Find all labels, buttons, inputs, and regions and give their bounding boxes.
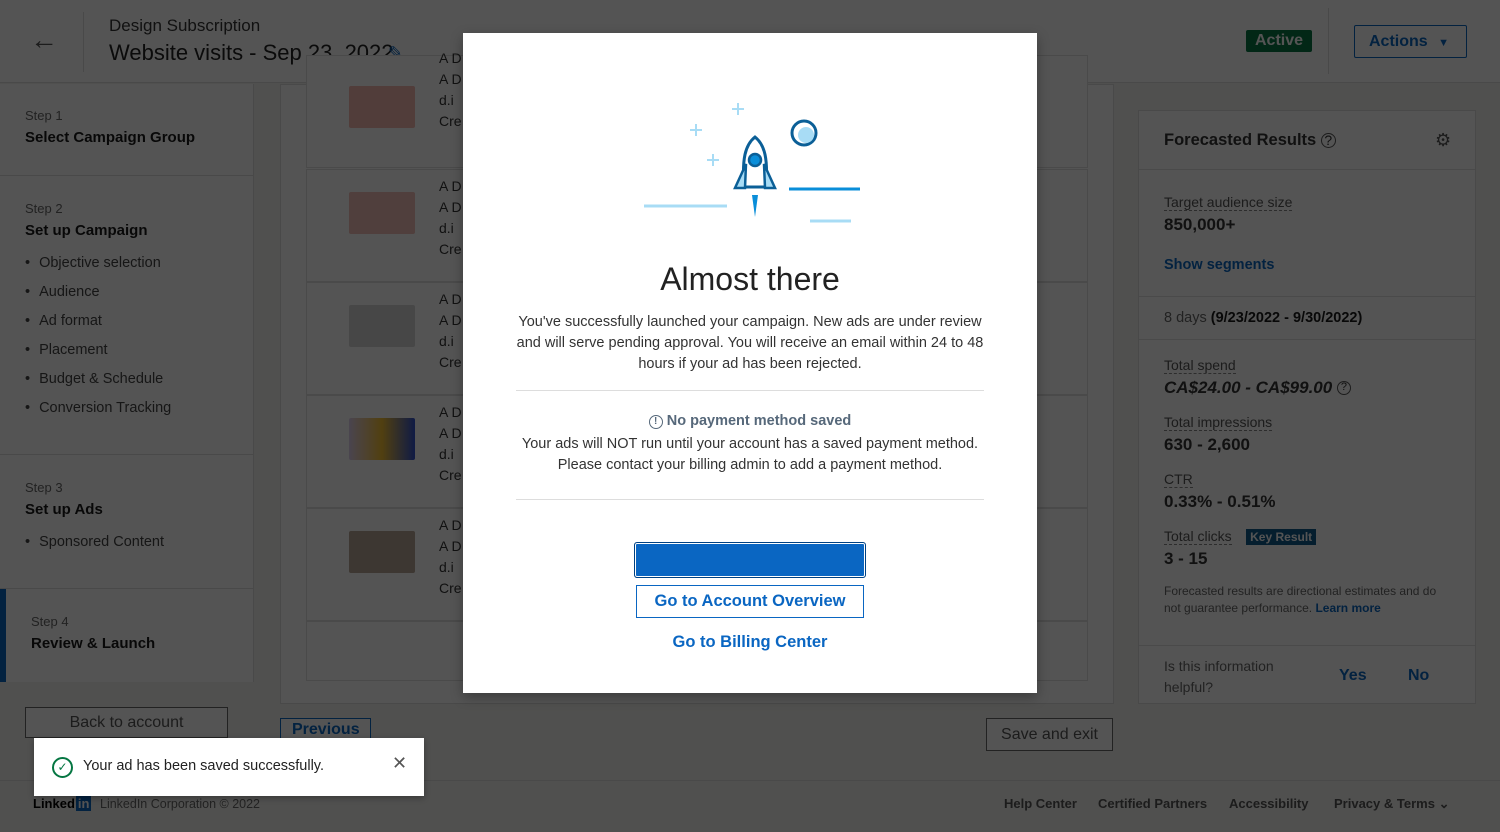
linkedin-logo[interactable]: Linked in <box>33 796 92 811</box>
active-step-indicator <box>0 589 6 682</box>
clicks-value: 3 - 15 <box>1164 549 1208 568</box>
step-label: Step 1 <box>25 108 63 123</box>
forecast-panel: Forecasted Results ? ⚙ Target audience s… <box>1138 110 1476 704</box>
warning-line: Your ads will NOT run until your account… <box>521 436 979 452</box>
step-label: Step 4 <box>31 614 69 629</box>
spend-label: Total spend <box>1164 357 1236 374</box>
step-name: Select Campaign Group <box>25 129 196 146</box>
campaign-group-name: Design Subscription <box>109 16 261 35</box>
audience-label: Target audience size <box>1164 194 1293 211</box>
ad-text: A D A D d.i Cre <box>439 404 462 483</box>
step-name: Set up Campaign <box>25 222 148 239</box>
ad-text: A D A D d.i Cre <box>439 291 462 370</box>
launch-success-modal: Almost there You've successfully launche… <box>463 33 1037 693</box>
sidebar-item-placement[interactable]: Placement <box>25 342 171 371</box>
yes-button[interactable]: Yes <box>1339 667 1367 685</box>
chevron-down-icon: ⌄ <box>1438 796 1450 811</box>
learn-more-link[interactable]: Learn more <box>1315 601 1380 615</box>
impressions-value: 630 - 2,600 <box>1164 435 1251 454</box>
divider <box>83 12 84 72</box>
sidebar-item-conversion[interactable]: Conversion Tracking <box>25 400 171 429</box>
disclaimer: Forecasted results are directional estim… <box>1164 584 1437 615</box>
back-arrow-icon[interactable]: ← <box>30 25 60 55</box>
warning-title: No payment method saved <box>666 413 852 429</box>
ctr-label: CTR <box>1164 471 1193 488</box>
sidebar-item-ad-format[interactable]: Ad format <box>25 313 171 342</box>
step-label: Step 2 <box>25 201 63 216</box>
ctr-value: 0.33% - 0.51% <box>1164 492 1276 511</box>
footer-link-privacy[interactable]: Privacy & Terms ⌄ <box>1334 796 1449 812</box>
modal-title: Almost there <box>660 261 840 297</box>
actions-dropdown[interactable]: Actions ▼ <box>1354 25 1467 58</box>
copyright: LinkedIn Corporation © 2022 <box>100 797 261 811</box>
sidebar: Step 1 Select Campaign Group Step 2 Set up… <box>0 84 254 682</box>
clicks-label: Total clicks <box>1164 528 1232 545</box>
caret-down-icon: ▼ <box>1438 37 1450 49</box>
ad-text: A D A D d.i Cre <box>439 50 462 129</box>
gear-icon[interactable]: ⚙ <box>1435 130 1451 151</box>
sidebar-item-audience[interactable]: Audience <box>25 284 171 313</box>
sidebar-step-3[interactable]: Step 3 Set up Ads Sponsored Content <box>25 480 164 563</box>
spend-value: CA$24.00 - CA$99.00 <box>1164 378 1333 397</box>
go-to-billing-center-link[interactable]: Go to Billing Center <box>463 633 1037 652</box>
back-to-account-button[interactable]: Back to account <box>25 707 228 738</box>
close-icon[interactable]: ✕ <box>392 753 407 774</box>
impressions-label: Total impressions <box>1164 414 1273 431</box>
key-result-badge: Key Result <box>1246 529 1317 545</box>
save-and-exit-button[interactable]: Save and exit <box>986 718 1113 751</box>
success-toast: ✓ Your ad has been saved successfully. ✕ <box>34 738 424 796</box>
footer-link-partners[interactable]: Certified Partners <box>1098 796 1207 811</box>
primary-button[interactable] <box>634 542 866 578</box>
helpful-question: Is this information helpful? <box>1164 658 1274 695</box>
toast-message: Your ad has been saved successfully. <box>83 758 325 774</box>
go-to-account-overview-button[interactable]: Go to Account Overview <box>636 585 864 618</box>
modal-body: You've successfully launched your campai… <box>516 314 984 372</box>
show-segments-link[interactable]: Show segments <box>1164 257 1450 273</box>
ad-thumbnail <box>349 418 415 460</box>
alert-circle-icon: ! <box>648 415 663 429</box>
ad-thumbnail <box>349 192 415 234</box>
ad-thumbnail <box>349 86 415 128</box>
ad-thumbnail <box>349 531 415 573</box>
help-icon[interactable]: ? <box>1320 133 1336 148</box>
duration-days: 8 days <box>1164 310 1207 326</box>
sidebar-step-1[interactable]: Step 1 Select Campaign Group <box>25 108 195 146</box>
ad-text: A D A D d.i Cre <box>439 178 462 257</box>
footer-link-help[interactable]: Help Center <box>1004 796 1077 811</box>
actions-label: Actions <box>1369 33 1428 50</box>
date-range: (9/23/2022 - 9/30/2022) <box>1210 310 1363 326</box>
no-button[interactable]: No <box>1408 667 1429 685</box>
step-name: Review & Launch <box>31 635 156 652</box>
sidebar-step-4[interactable]: Step 4 Review & Launch <box>31 614 155 652</box>
ad-text: A D A D d.i Cre <box>439 517 462 596</box>
step-name: Set up Ads <box>25 501 103 518</box>
audience-value: 850,000+ <box>1164 215 1236 234</box>
warning-line: Please contact your billing admin to add… <box>557 457 943 473</box>
divider <box>1328 8 1329 74</box>
sidebar-item-sponsored[interactable]: Sponsored Content <box>25 534 164 563</box>
help-icon[interactable]: ? <box>1336 381 1351 395</box>
step-label: Step 3 <box>25 480 63 495</box>
rocket-illustration-icon <box>644 103 860 223</box>
ad-thumbnail <box>349 305 415 347</box>
sidebar-item-budget[interactable]: Budget & Schedule <box>25 371 171 400</box>
divider <box>516 499 984 500</box>
privacy-label: Privacy & Terms <box>1334 796 1435 811</box>
sidebar-item-objective[interactable]: Objective selection <box>25 255 171 284</box>
divider <box>516 390 984 391</box>
check-circle-icon: ✓ <box>52 757 73 778</box>
sidebar-step-2[interactable]: Step 2 Set up Campaign Objective selectio… <box>25 201 171 429</box>
status-badge: Active <box>1246 30 1313 52</box>
footer-link-accessibility[interactable]: Accessibility <box>1229 796 1309 811</box>
forecast-title: Forecasted Results <box>1164 131 1317 149</box>
